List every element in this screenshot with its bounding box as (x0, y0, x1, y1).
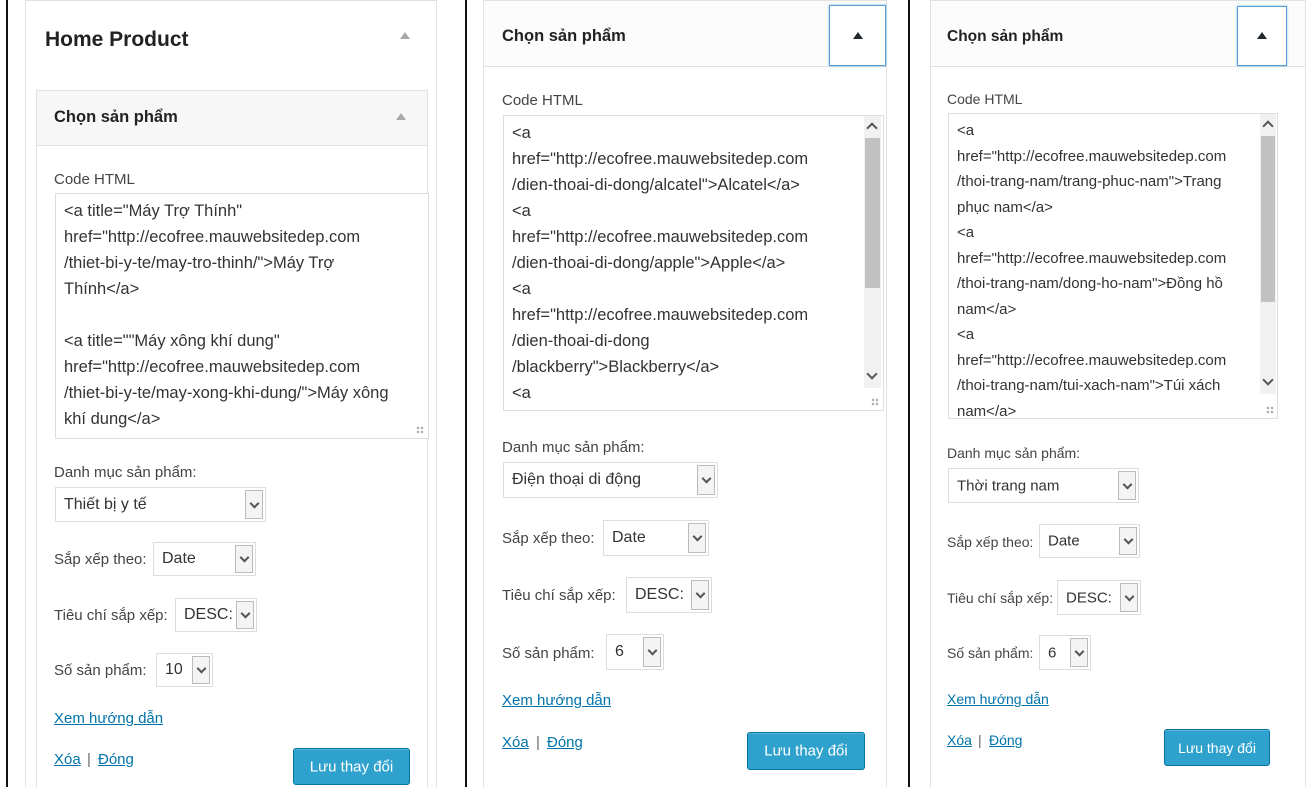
code-html-label: Code HTML (502, 92, 583, 109)
sort-label: Sắp xếp theo: (54, 551, 147, 568)
resize-grip-icon[interactable] (871, 398, 879, 406)
order-select[interactable]: DESC: (175, 598, 257, 632)
close-link[interactable]: Đóng (98, 751, 134, 768)
collapse-arrow-icon (852, 31, 863, 39)
count-label: Số sản phẩm: (502, 645, 595, 662)
code-html-textarea[interactable]: <a href="http://ecofree.mauwebsitedep.co… (948, 113, 1278, 419)
sort-label: Sắp xếp theo: (947, 534, 1034, 550)
order-label: Tiêu chí sắp xếp: (502, 587, 616, 604)
save-button-label: Lưu thay đổi (309, 758, 394, 775)
order-select-value: DESC: (635, 586, 684, 603)
scroll-up-icon[interactable] (1262, 120, 1274, 132)
count-select-value: 6 (1048, 644, 1057, 661)
order-select-value: DESC: (1066, 589, 1112, 606)
widget-panel-home-product: Home Product Chọn sản phẩm Code HTML <a … (8, 0, 463, 787)
category-select[interactable]: Thiết bị y tế (55, 487, 266, 522)
widget-inner-title: Chọn sản phẩm (54, 108, 178, 126)
count-select[interactable]: 6 (1039, 635, 1091, 670)
sort-select-value: Date (162, 550, 196, 567)
category-select[interactable]: Điện thoại di động (503, 462, 718, 498)
resize-grip-icon[interactable] (416, 426, 424, 434)
widget-inner-title: Chọn sản phẩm (502, 27, 626, 45)
chevron-down-icon (1119, 527, 1137, 555)
scroll-down-icon[interactable] (866, 368, 878, 380)
category-select-value: Thiết bị y tế (64, 495, 147, 513)
order-label: Tiêu chí sắp xếp: (54, 607, 168, 624)
chevron-down-icon (192, 656, 210, 684)
delete-link[interactable]: Xóa (502, 734, 529, 751)
order-select[interactable]: DESC: (1057, 580, 1141, 615)
code-html-label: Code HTML (54, 171, 135, 188)
guide-link[interactable]: Xem hướng dẫn (54, 710, 163, 727)
sort-label: Sắp xếp theo: (502, 530, 595, 547)
chevron-down-icon (1118, 471, 1136, 500)
save-button-label: Lưu thay đổi (764, 742, 848, 760)
chevron-down-icon (236, 601, 254, 629)
link-separator: | (978, 732, 982, 748)
chevron-down-icon (245, 490, 263, 519)
sort-select[interactable]: Date (153, 542, 256, 576)
category-select-value: Thời trang nam (957, 477, 1060, 494)
category-select-value: Điện thoại di động (512, 471, 641, 488)
count-label: Số sản phẩm: (947, 645, 1034, 661)
order-label: Tiêu chí sắp xếp: (947, 590, 1054, 606)
collapse-arrow-icon[interactable] (396, 113, 406, 120)
scrollbar-thumb[interactable] (1261, 136, 1275, 302)
count-select[interactable]: 10 (156, 653, 213, 687)
count-select[interactable]: 6 (606, 634, 664, 670)
link-separator: | (536, 734, 540, 751)
collapse-arrow-icon[interactable] (400, 32, 410, 39)
scroll-up-icon[interactable] (866, 122, 878, 134)
scroll-down-icon[interactable] (1262, 374, 1274, 386)
save-button[interactable]: Lưu thay đổi (293, 748, 410, 785)
save-button[interactable]: Lưu thay đổi (1164, 729, 1270, 766)
category-label: Danh mục sản phẩm: (947, 445, 1081, 461)
chevron-down-icon (691, 580, 709, 610)
link-separator: | (87, 751, 91, 768)
save-button[interactable]: Lưu thay đổi (747, 732, 865, 770)
chevron-down-icon (1070, 638, 1088, 667)
save-button-label: Lưu thay đổi (1178, 739, 1256, 756)
close-link[interactable]: Đóng (547, 734, 583, 751)
delete-link[interactable]: Xóa (947, 732, 972, 748)
order-select[interactable]: DESC: (626, 577, 712, 613)
category-label: Danh mục sản phẩm: (502, 439, 645, 456)
count-label: Số sản phẩm: (54, 662, 147, 679)
sort-select[interactable]: Date (1039, 524, 1140, 558)
code-html-label: Code HTML (947, 91, 1023, 107)
widget-title: Home Product (45, 28, 189, 51)
chevron-down-icon (697, 465, 715, 495)
collapse-arrow-icon (1257, 32, 1267, 39)
chevron-down-icon (643, 637, 661, 667)
sort-select-value: Date (612, 529, 646, 546)
category-select[interactable]: Thời trang nam (948, 468, 1139, 503)
widget-panel-thoi-trang: Chọn sản phẩm Code HTML <a href="http://… (910, 0, 1314, 787)
guide-link[interactable]: Xem hướng dẫn (947, 691, 1049, 707)
count-select-value: 6 (615, 643, 624, 660)
collapse-toggle-button[interactable] (1237, 6, 1287, 66)
textarea-scrollbar[interactable] (1260, 114, 1276, 394)
count-select-value: 10 (165, 661, 183, 678)
sort-select[interactable]: Date (603, 520, 709, 556)
chevron-down-icon (235, 545, 253, 573)
chevron-down-icon (688, 523, 706, 553)
code-html-textarea[interactable]: <a href="http://ecofree.mauwebsitedep.co… (503, 115, 884, 411)
collapse-toggle-button[interactable] (829, 5, 886, 66)
widget-inner-title: Chọn sản phẩm (947, 28, 1064, 45)
chevron-down-icon (1120, 583, 1138, 612)
category-label: Danh mục sản phẩm: (54, 464, 197, 481)
resize-grip-icon[interactable] (1266, 406, 1274, 414)
order-select-value: DESC: (184, 606, 233, 623)
guide-link[interactable]: Xem hướng dẫn (502, 692, 611, 709)
code-html-textarea[interactable]: <a title="Máy Trợ Thính" href="http://ec… (55, 193, 429, 439)
close-link[interactable]: Đóng (989, 732, 1022, 748)
textarea-scrollbar[interactable] (864, 116, 881, 388)
sort-select-value: Date (1048, 532, 1080, 550)
delete-link[interactable]: Xóa (54, 751, 81, 768)
widget-panel-dien-thoai: Chọn sản phẩm Code HTML <a href="http://… (467, 0, 906, 787)
scrollbar-thumb[interactable] (865, 138, 880, 288)
